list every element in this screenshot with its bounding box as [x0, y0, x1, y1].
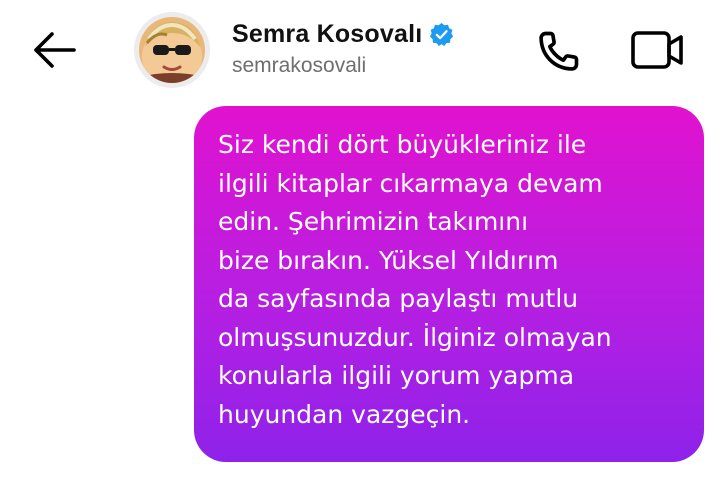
back-button[interactable]	[28, 28, 80, 72]
video-camera-icon	[631, 31, 683, 69]
message-text: Siz kendi dört büyükleriniz ile ilgili k…	[218, 130, 612, 429]
profile-name-row[interactable]: Semra Kosovalı	[232, 17, 454, 51]
phone-icon	[539, 31, 579, 71]
avatar-image	[139, 17, 205, 83]
chat-header: Semra Kosovalı semrakosovali	[0, 0, 720, 95]
profile-avatar[interactable]	[134, 12, 210, 88]
video-call-button[interactable]	[628, 28, 686, 72]
outgoing-message-bubble[interactable]: Siz kendi dört büyükleriniz ile ilgili k…	[194, 106, 704, 462]
back-arrow-icon	[34, 32, 76, 68]
verified-badge-icon	[429, 22, 454, 47]
username: semrakosovali	[232, 54, 367, 77]
voice-call-button[interactable]	[534, 26, 584, 76]
display-name: Semra Kosovalı	[232, 19, 423, 48]
